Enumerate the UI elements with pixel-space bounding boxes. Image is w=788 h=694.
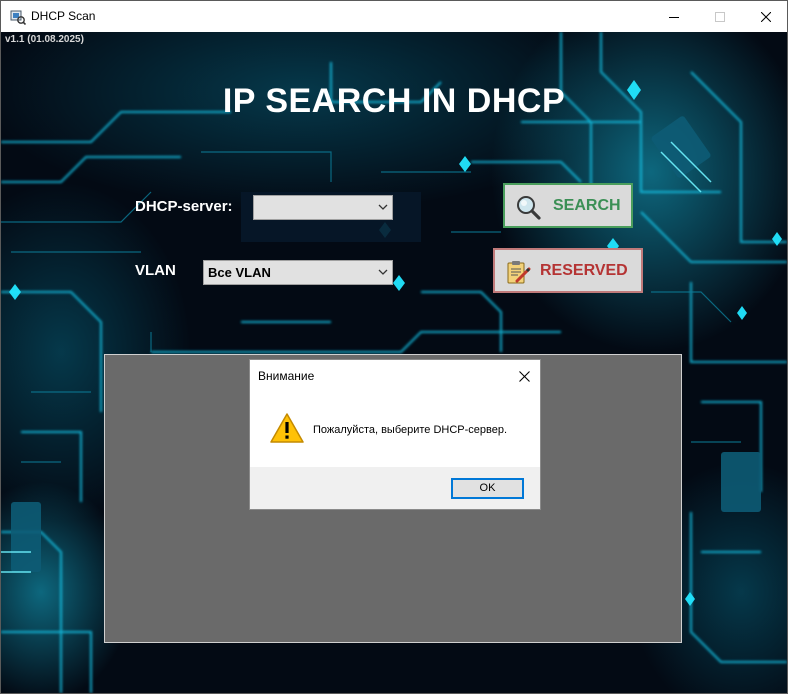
vlan-select[interactable]: Все VLAN [203,260,393,285]
warning-dialog: Внимание Пожалуйста, выберите DHCP-серве… [249,359,541,510]
chevron-down-icon [378,269,388,275]
search-button[interactable]: SEARCH [503,183,633,228]
dialog-message: Пожалуйста, выберите DHCP-сервер. [313,424,508,436]
app-window: DHCP Scan v1.1 (01.08.2025) IP SEARCH IN… [0,0,788,694]
chevron-down-icon [378,204,388,210]
window-title: DHCP Scan [31,9,96,23]
close-icon [761,11,771,22]
search-button-label: SEARCH [553,197,621,214]
minimize-button[interactable] [651,1,697,32]
vlan-value: Все VLAN [208,265,271,280]
minimize-icon [669,16,679,18]
close-button[interactable] [743,1,787,32]
main-area: v1.1 (01.08.2025) IP SEARCH IN DHCP DHCP… [1,32,787,693]
clipboard-edit-icon [507,261,531,284]
page-title: IP SEARCH IN DHCP [222,82,566,120]
maximize-icon [715,11,725,22]
dialog-footer: OK [250,467,540,509]
dialog-close-button[interactable] [514,366,534,386]
title-bar[interactable]: DHCP Scan [1,1,787,32]
maximize-button[interactable] [697,1,743,32]
close-icon [518,370,530,382]
app-icon [10,10,26,25]
dialog-title: Внимание [258,369,315,383]
warning-icon [270,413,304,443]
reserved-button[interactable]: RESERVED [493,248,643,293]
vlan-label: VLAN [135,262,176,279]
reserved-button-label: RESERVED [540,262,628,279]
ok-button[interactable]: OK [451,478,524,499]
version-label: v1.1 (01.08.2025) [5,34,84,45]
magnifier-icon [517,196,541,220]
dhcp-server-select[interactable] [253,195,393,220]
dhcp-server-label: DHCP-server: [135,198,233,215]
